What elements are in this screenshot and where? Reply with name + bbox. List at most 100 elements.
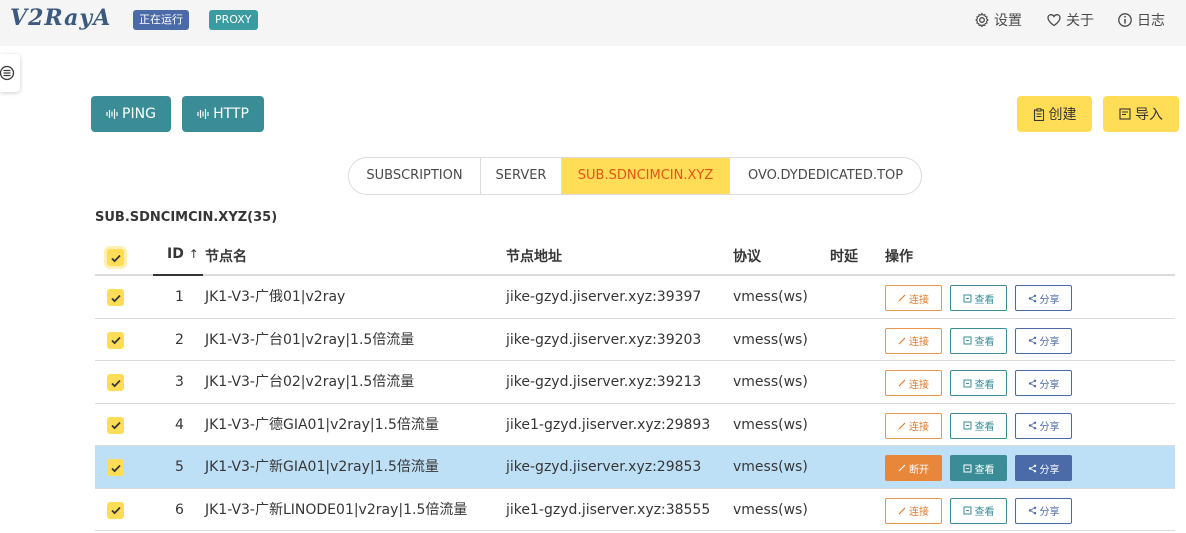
tab-subscription[interactable]: SUBSCRIPTION: [349, 158, 481, 194]
share-button[interactable]: 分享: [1015, 285, 1072, 311]
row-id: 6: [175, 501, 184, 518]
top-navbar: V2RayA 正在运行 PROXY 设置 关于 日志: [0, 0, 1186, 46]
row-checkbox[interactable]: [107, 374, 124, 391]
import-label: 导入: [1135, 107, 1163, 123]
row-node-name: JK1-V3-广德GIA01|v2ray|1.5倍流量: [205, 416, 439, 433]
menu-circle-icon: [0, 65, 15, 81]
info-icon: [1118, 13, 1132, 27]
row-node-address: jike1-gzyd.jiserver.xyz:38555: [506, 501, 711, 518]
link-icon: [898, 507, 906, 514]
share-label: 分享: [1039, 337, 1060, 348]
waveform-icon: [106, 109, 118, 119]
create-label: 创建: [1048, 107, 1077, 123]
row-node-name: JK1-V3-广俄01|v2ray: [205, 289, 346, 305]
connect-label: 连接: [909, 337, 929, 348]
import-button[interactable]: 导入: [1103, 96, 1179, 132]
connect-button[interactable]: 连接: [885, 412, 942, 439]
column-header-actions: 操作: [885, 249, 913, 265]
row-checkbox[interactable]: [107, 459, 124, 476]
nav-settings-label: 设置: [994, 13, 1022, 29]
row-node-address: jike1-gzyd.jiserver.xyz:29893: [506, 416, 711, 433]
share-icon: [1028, 336, 1036, 345]
table-row[interactable]: 1 JK1-V3-广俄01|v2ray jike-gzyd.jiserver.x…: [95, 276, 1175, 319]
row-node-name: JK1-V3-广台02|v2ray|1.5倍流量: [205, 374, 415, 390]
row-id: 1: [175, 289, 184, 305]
share-button[interactable]: 分享: [1015, 412, 1072, 439]
share-label: 分享: [1039, 379, 1060, 391]
select-all-checkbox[interactable]: [107, 249, 124, 266]
table-row[interactable]: 5 JK1-V3-广新GIA01|v2ray|1.5倍流量 jike-gzyd.…: [95, 446, 1175, 489]
connect-button[interactable]: 断开: [885, 455, 942, 481]
check-icon: [110, 506, 121, 515]
check-icon: [110, 336, 121, 345]
link-icon: [898, 464, 906, 472]
nav-settings[interactable]: 设置: [974, 10, 1022, 30]
table-row[interactable]: 2 JK1-V3-广台01|v2ray|1.5倍流量 jike-gzyd.jis…: [95, 319, 1175, 361]
link-icon: [898, 379, 906, 387]
view-button[interactable]: 查看: [950, 412, 1007, 439]
row-id: 2: [175, 331, 184, 348]
view-button[interactable]: 查看: [950, 327, 1007, 354]
column-header-id[interactable]: ID ↑: [167, 246, 199, 262]
http-label: HTTP: [213, 106, 249, 122]
http-button[interactable]: HTTP: [182, 96, 264, 132]
tab-ovo-dydedicated[interactable]: OVO.DYDEDICATED.TOP: [730, 158, 921, 194]
share-label: 分享: [1039, 464, 1060, 476]
connect-label: 连接: [909, 379, 929, 391]
ping-button[interactable]: PING: [91, 96, 171, 132]
connect-button[interactable]: 连接: [885, 285, 942, 311]
clipboard-icon: [1033, 107, 1044, 121]
row-protocol: vmess(ws): [733, 501, 808, 518]
share-icon: [1028, 294, 1036, 302]
connect-label: 连接: [909, 294, 929, 306]
nav-log-label: 日志: [1137, 13, 1165, 29]
group-title: SUB.SDNCIMCIN.XYZ(35): [95, 210, 278, 225]
heart-icon: [1047, 14, 1061, 27]
view-button[interactable]: 查看: [950, 455, 1007, 481]
view-icon: [963, 294, 971, 302]
nav-about-label: 关于: [1066, 13, 1094, 29]
row-checkbox[interactable]: [107, 289, 124, 306]
row-checkbox[interactable]: [107, 416, 124, 434]
share-icon: [1028, 421, 1036, 430]
view-button[interactable]: 查看: [950, 285, 1007, 311]
row-checkbox[interactable]: [107, 501, 124, 519]
view-label: 查看: [974, 464, 995, 476]
proxy-mode-tag[interactable]: PROXY: [209, 10, 258, 30]
connect-button[interactable]: 连接: [885, 370, 942, 396]
view-button[interactable]: 查看: [950, 497, 1007, 524]
share-button[interactable]: 分享: [1015, 497, 1072, 524]
link-icon: [898, 337, 906, 344]
view-icon: [963, 421, 971, 430]
table-row[interactable]: 3 JK1-V3-广台02|v2ray|1.5倍流量 jike-gzyd.jis…: [95, 361, 1175, 404]
connect-label: 连接: [909, 507, 929, 518]
row-checkbox[interactable]: [107, 331, 124, 349]
nav-about[interactable]: 关于: [1046, 10, 1094, 30]
app-logo[interactable]: V2RayA: [10, 5, 111, 31]
share-button[interactable]: 分享: [1015, 370, 1072, 396]
row-node-address: jike-gzyd.jiserver.xyz:39397: [506, 289, 702, 305]
row-node-address: jike-gzyd.jiserver.xyz:39213: [506, 374, 702, 390]
tab-sub-sdncimcin[interactable]: SUB.SDNCIMCIN.XYZ: [562, 158, 730, 194]
share-button[interactable]: 分享: [1015, 327, 1072, 354]
sidebar-toggle[interactable]: [0, 54, 20, 92]
column-id-label: ID: [167, 246, 184, 262]
view-icon: [963, 506, 971, 515]
share-button[interactable]: 分享: [1015, 455, 1072, 481]
waveform-icon: [197, 109, 209, 119]
tab-server[interactable]: SERVER: [481, 158, 562, 194]
table-row[interactable]: 4 JK1-V3-广德GIA01|v2ray|1.5倍流量 jike1-gzyd…: [95, 404, 1175, 446]
row-protocol: vmess(ws): [733, 416, 808, 433]
view-button[interactable]: 查看: [950, 370, 1007, 396]
subscription-tabs: SUBSCRIPTION SERVER SUB.SDNCIMCIN.XYZ OV…: [348, 157, 922, 195]
view-label: 查看: [974, 379, 995, 391]
create-button[interactable]: 创建: [1017, 96, 1092, 132]
nav-log[interactable]: 日志: [1117, 10, 1165, 30]
connect-button[interactable]: 连接: [885, 497, 942, 524]
table-row[interactable]: 6 JK1-V3-广新LINODE01|v2ray|1.5倍流量 jike1-g…: [95, 489, 1175, 531]
column-header-address: 节点地址: [506, 249, 562, 265]
connect-button[interactable]: 连接: [885, 327, 942, 354]
row-id: 5: [175, 459, 184, 475]
link-icon: [898, 422, 906, 429]
view-label: 查看: [974, 337, 995, 348]
